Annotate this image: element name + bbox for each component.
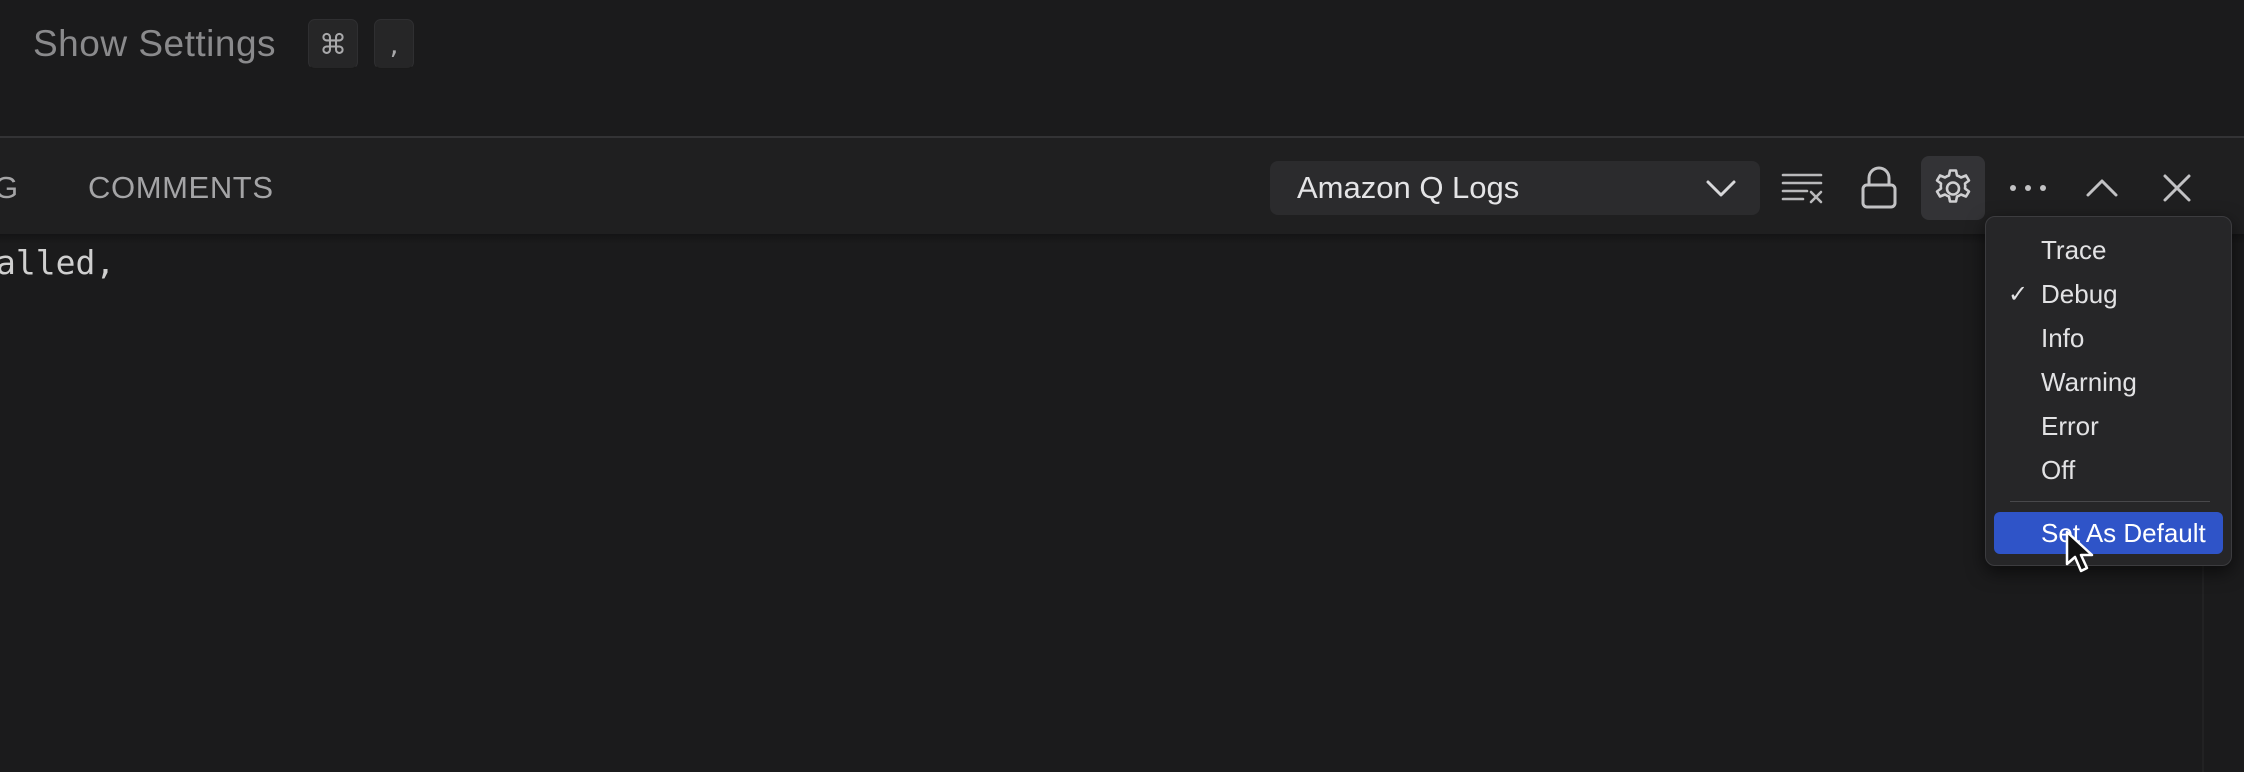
menu-item-label: Error	[2041, 411, 2099, 441]
clear-output-button[interactable]	[1771, 156, 1835, 220]
menu-separator	[2010, 501, 2210, 502]
close-icon	[2163, 174, 2191, 202]
output-channel-select[interactable]: Amazon Q Logs	[1270, 161, 1760, 215]
more-actions-button[interactable]	[1996, 156, 2060, 220]
chevron-up-icon	[2086, 179, 2118, 197]
menu-item-label: Info	[2041, 323, 2085, 353]
output-channel-value: Amazon Q Logs	[1297, 170, 1520, 205]
menu-item-warning[interactable]: Warning	[1994, 361, 2223, 403]
menu-item-info[interactable]: Info	[1994, 317, 2223, 359]
lock-icon	[1861, 166, 1897, 209]
menu-item-set-as-default[interactable]: Set As Default	[1994, 512, 2223, 554]
mouse-pointer-icon	[2065, 530, 2094, 573]
checkmark-icon: ✓	[2008, 280, 2029, 308]
menu-item-error[interactable]: Error	[1994, 405, 2223, 447]
menu-item-off[interactable]: Off	[1994, 449, 2223, 491]
menu-item-trace[interactable]: Trace	[1994, 229, 2223, 271]
output-settings-button[interactable]	[1921, 156, 1985, 220]
clear-output-icon	[1781, 173, 1823, 204]
chevron-down-icon	[1706, 180, 1736, 197]
close-panel-button[interactable]	[2145, 156, 2209, 220]
command-key-cap: ⌘	[308, 19, 359, 69]
menu-item-label: Warning	[2041, 367, 2137, 397]
more-actions-icon	[2010, 185, 2046, 191]
menu-item-label: Trace	[2041, 235, 2107, 265]
menu-item-label: Debug	[2041, 279, 2118, 309]
menu-item-label: Off	[2041, 455, 2076, 485]
tab-comments[interactable]: COMMENTS	[88, 168, 274, 208]
log-level-menu: Trace ✓ Debug Info Warning Error Off Set…	[1985, 216, 2232, 566]
vscode-window: Show Settings ⌘ , G COMMENTS Amazon Q Lo…	[0, 0, 2244, 772]
comma-key-cap: ,	[374, 19, 415, 69]
show-settings-hint: Show Settings ⌘ ,	[33, 16, 415, 72]
tab-debug-console-partial[interactable]: G	[0, 168, 19, 208]
menu-item-debug[interactable]: ✓ Debug	[1994, 273, 2223, 315]
show-settings-label: Show Settings	[33, 23, 277, 64]
lock-scroll-button[interactable]	[1847, 156, 1911, 220]
output-text-line: alled,	[0, 243, 116, 282]
maximize-panel-button[interactable]	[2070, 156, 2134, 220]
panel-header-shadow	[0, 234, 2244, 244]
gear-icon	[1935, 169, 1971, 203]
